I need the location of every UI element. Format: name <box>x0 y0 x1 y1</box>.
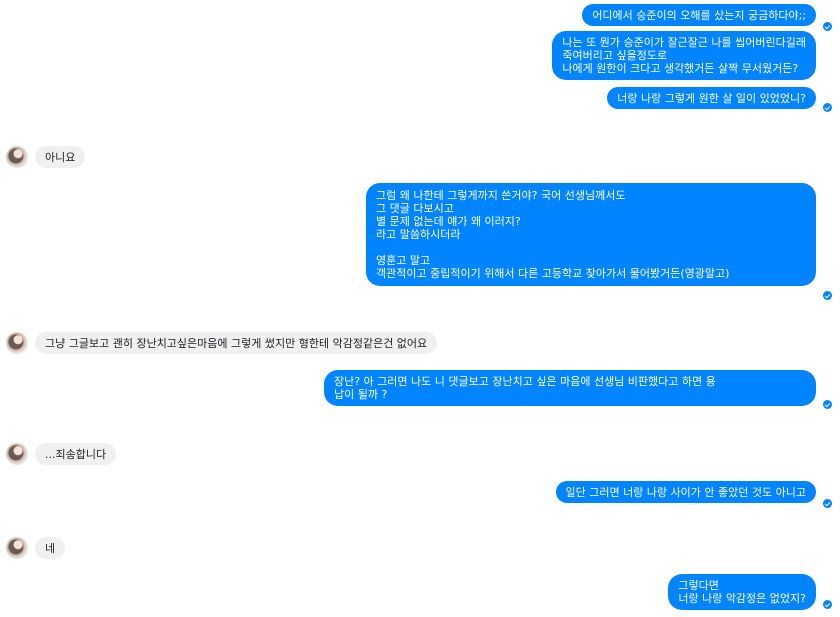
message-sent[interactable]: 그럼 왜 나한테 그렇게까지 쓴거야? 국어 선생님께서도 그 댓글 다보시고 … <box>366 183 816 286</box>
message-received[interactable]: ...죄송합니다 <box>35 443 117 465</box>
avatar[interactable] <box>6 332 28 354</box>
avatar[interactable] <box>6 146 28 168</box>
seen-indicator-icon <box>823 600 832 609</box>
seen-indicator-icon <box>823 400 832 409</box>
message-sent[interactable]: 그렇다면 너랑 나랑 악감정은 없었지? <box>668 574 816 610</box>
avatar[interactable] <box>6 537 28 559</box>
seen-indicator-icon <box>823 103 832 112</box>
seen-indicator-icon <box>823 22 832 31</box>
message-sent[interactable]: 너랑 나랑 그렇게 원한 살 일이 있었었니? <box>607 87 816 109</box>
message-sent[interactable]: 장난? 아 그러면 나도 니 댓글보고 장난치고 싶은 마음에 선생님 비판했다… <box>324 370 816 406</box>
message-sent[interactable]: 나는 또 뭔가 승준이가 잘근잘근 나를 씹어버린다길래 죽여버리고 싶을정도로… <box>552 31 816 80</box>
seen-indicator-icon <box>823 499 832 508</box>
message-sent[interactable]: 어디에서 승준이의 오해를 샀는지 궁금하다야;; <box>582 4 816 26</box>
message-received[interactable]: 그냥 그글보고 괜히 장난치고싶은마음에 그렇게 썼지만 형한테 악감정같은건 … <box>35 332 438 354</box>
seen-indicator-icon <box>823 291 832 300</box>
avatar[interactable] <box>6 443 28 465</box>
message-received[interactable]: 네 <box>35 537 66 559</box>
message-received[interactable]: 아니요 <box>35 146 86 168</box>
message-sent[interactable]: 일단 그러면 너랑 나랑 사이가 안 좋았던 것도 아니고 <box>555 481 816 503</box>
